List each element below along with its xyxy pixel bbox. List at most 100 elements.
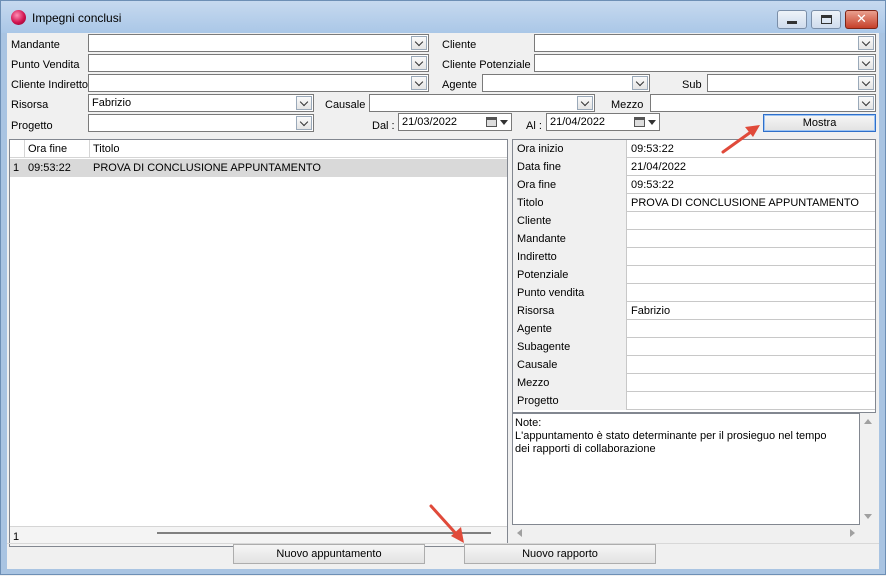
detail-row[interactable]: Mandante (513, 230, 875, 248)
cliente-combo[interactable] (534, 34, 876, 52)
mandante-dropdown-button[interactable] (411, 36, 427, 50)
chevron-down-icon (414, 37, 424, 46)
detail-value: 09:53:22 (631, 179, 674, 191)
mezzo-combo[interactable] (650, 94, 876, 112)
cliente-potenziale-dropdown-button[interactable] (858, 56, 874, 70)
client-area: Mandante Cliente Punto Vendita Cliente P… (7, 33, 879, 569)
grid-header-ora-fine[interactable]: Ora fine (25, 140, 90, 158)
nuovo-appuntamento-button[interactable]: Nuovo appuntamento (233, 544, 425, 564)
maximize-button[interactable] (811, 10, 841, 29)
detail-value: PROVA DI CONCLUSIONE APPUNTAMENTO (631, 197, 859, 209)
cliente-label: Cliente (442, 39, 477, 51)
detail-property-grid: Ora inizio 09:53:22 Data fine 21/04/2022 O… (512, 139, 876, 413)
detail-row[interactable]: Punto vendita (513, 284, 875, 302)
grid-header-titolo[interactable]: Titolo (90, 140, 507, 158)
risorsa-value: Fabrizio (92, 97, 132, 109)
detail-row[interactable]: Agente (513, 320, 875, 338)
maximize-icon (820, 15, 832, 24)
detail-key: Punto vendita (513, 284, 627, 302)
risorsa-dropdown-button[interactable] (296, 96, 312, 110)
detail-row[interactable]: Ora inizio 09:53:22 (513, 140, 875, 158)
detail-row[interactable]: Causale (513, 356, 875, 374)
agente-combo[interactable] (482, 74, 650, 92)
dal-dropdown-arrow-icon[interactable] (500, 120, 508, 125)
table-row[interactable]: 1 09:53:22 PROVA DI CONCLUSIONE APPUNTAM… (10, 159, 507, 177)
app-window: Impegni conclusi ✕ Mandante Cliente Punt… (0, 0, 886, 575)
window-title: Impegni conclusi (32, 11, 122, 25)
scroll-right-icon[interactable] (850, 529, 855, 537)
detail-key: Ora fine (513, 176, 627, 194)
nuovo-rapporto-button[interactable]: Nuovo rapporto (464, 544, 656, 564)
detail-row[interactable]: Potenziale (513, 266, 875, 284)
detail-row[interactable]: Titolo PROVA DI CONCLUSIONE APPUNTAMENTO (513, 194, 875, 212)
cliente-potenziale-label: Cliente Potenziale (442, 59, 531, 71)
progetto-dropdown-button[interactable] (296, 116, 312, 130)
detail-key: Causale (513, 356, 627, 374)
calendar-icon[interactable] (486, 117, 497, 127)
dal-label: Dal : (372, 120, 395, 132)
grid-horizontal-scrollbar[interactable] (157, 532, 491, 534)
agente-dropdown-button[interactable] (632, 76, 648, 90)
notes-vertical-scrollbar[interactable] (860, 413, 876, 525)
detail-row[interactable]: Risorsa Fabrizio (513, 302, 875, 320)
notes-textarea[interactable]: Note: L'appuntamento è stato determinant… (512, 413, 860, 525)
close-icon: ✕ (856, 12, 867, 27)
causale-dropdown-button[interactable] (577, 96, 593, 110)
cliente-potenziale-combo[interactable] (534, 54, 876, 72)
title-bar[interactable]: Impegni conclusi ✕ (1, 1, 885, 33)
detail-key: Indiretto (513, 248, 627, 266)
punto-vendita-combo[interactable] (88, 54, 429, 72)
dal-date-value: 21/03/2022 (402, 116, 458, 128)
mandante-label: Mandante (11, 39, 60, 51)
detail-row[interactable]: Indiretto (513, 248, 875, 266)
progetto-combo[interactable] (88, 114, 314, 132)
notes-horizontal-scrollbar[interactable] (512, 525, 860, 541)
mezzo-dropdown-button[interactable] (858, 96, 874, 110)
grid-footer-count: 1 (13, 531, 20, 543)
detail-row[interactable]: Data fine 21/04/2022 (513, 158, 875, 176)
chevron-down-icon (580, 97, 590, 106)
scroll-left-icon[interactable] (517, 529, 522, 537)
risorsa-combo[interactable]: Fabrizio (88, 94, 314, 112)
cliente-dropdown-button[interactable] (858, 36, 874, 50)
detail-key: Mandante (513, 230, 627, 248)
app-logo-icon (11, 10, 26, 25)
detail-row[interactable]: Progetto (513, 392, 875, 410)
calendar-icon[interactable] (634, 117, 645, 127)
sub-combo[interactable] (707, 74, 876, 92)
detail-row[interactable]: Cliente (513, 212, 875, 230)
dal-date-picker[interactable]: 21/03/2022 (398, 113, 512, 131)
chevron-down-icon (861, 77, 871, 86)
chevron-down-icon (414, 77, 424, 86)
detail-key: Cliente (513, 212, 627, 230)
al-label: Al : (526, 120, 542, 132)
impegni-grid[interactable]: Ora fine Titolo 1 09:53:22 PROVA DI CONC… (9, 139, 508, 547)
al-date-picker[interactable]: 21/04/2022 (546, 113, 660, 131)
mostra-button[interactable]: Mostra (763, 114, 876, 132)
mezzo-label: Mezzo (611, 99, 644, 111)
scroll-down-icon[interactable] (864, 514, 872, 519)
chevron-down-icon (299, 117, 309, 126)
detail-row[interactable]: Mezzo (513, 374, 875, 392)
detail-row[interactable]: Ora fine 09:53:22 (513, 176, 875, 194)
agente-label: Agente (442, 79, 477, 91)
minimize-button[interactable] (777, 10, 807, 29)
notes-line: L'appuntamento è stato determinante per … (515, 430, 827, 442)
sub-dropdown-button[interactable] (858, 76, 874, 90)
row-ora-fine: 09:53:22 (28, 162, 71, 174)
cliente-indiretto-combo[interactable] (88, 74, 429, 92)
cliente-indiretto-dropdown-button[interactable] (411, 76, 427, 90)
al-dropdown-arrow-icon[interactable] (648, 120, 656, 125)
detail-key: Mezzo (513, 374, 627, 392)
detail-key: Ora inizio (513, 140, 627, 158)
close-button[interactable]: ✕ (845, 10, 878, 29)
scroll-up-icon[interactable] (864, 419, 872, 424)
mandante-combo[interactable] (88, 34, 429, 52)
causale-combo[interactable] (369, 94, 595, 112)
notes-line: dei rapporti di collaborazione (515, 443, 656, 455)
detail-row[interactable]: Subagente (513, 338, 875, 356)
chevron-down-icon (861, 37, 871, 46)
punto-vendita-label: Punto Vendita (11, 59, 80, 71)
footer-divider (7, 543, 879, 544)
punto-vendita-dropdown-button[interactable] (411, 56, 427, 70)
